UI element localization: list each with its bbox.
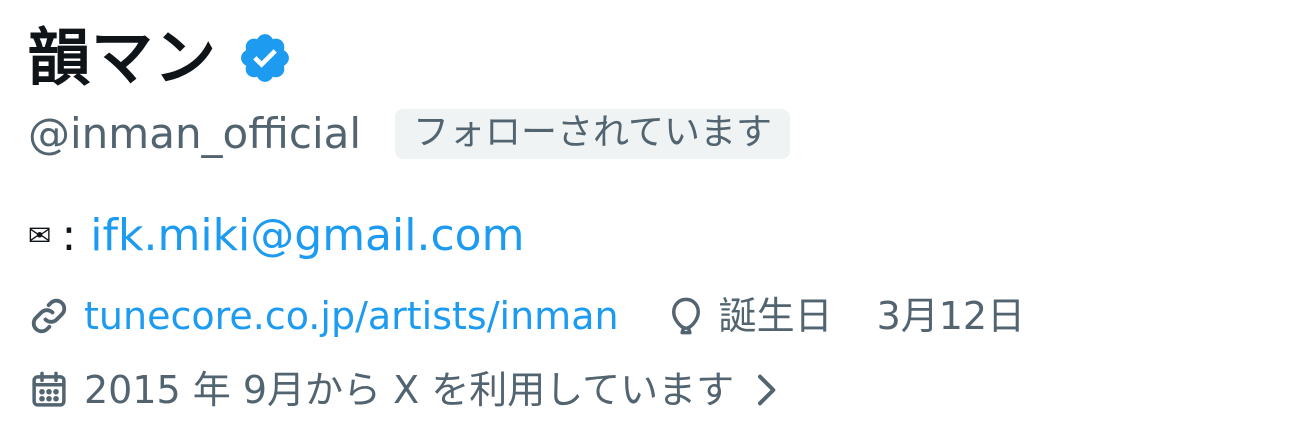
display-name: 韻マン [28,21,218,94]
profile-header: 韻マン @inman_official フォローされています ✉ : ifk.m… [0,0,1290,429]
chevron-right-icon[interactable] [748,370,782,410]
birthday-label: 誕生日 [718,294,833,338]
link-icon [28,295,70,337]
follows-you-badge: フォローされています [395,109,790,159]
joined-date-text: 2015 年 9月から X を利用しています [84,368,735,412]
bio: ✉ : ifk.miki@gmail.com [28,208,524,264]
birthday: 誕生日 3月12日 [665,294,1026,338]
calendar-icon [28,369,70,411]
joined-date-row[interactable]: 2015 年 9月から X を利用しています [28,362,782,418]
website-link[interactable]: tunecore.co.jp/artists/inman [84,297,619,335]
birthday-date: 3月12日 [876,294,1026,338]
handle-row: @inman_official フォローされています [28,104,790,164]
balloon-icon [665,295,707,337]
envelope-icon: ✉ [28,219,52,252]
name-row: 韻マン [28,18,293,98]
profile-meta-row: tunecore.co.jp/artists/inman 誕生日 3月12日 [28,288,1025,344]
email-link[interactable]: ifk.miki@gmail.com [90,214,524,258]
user-handle: @inman_official [28,109,362,158]
bio-colon: : [61,210,77,261]
verified-badge-icon[interactable] [237,30,293,86]
